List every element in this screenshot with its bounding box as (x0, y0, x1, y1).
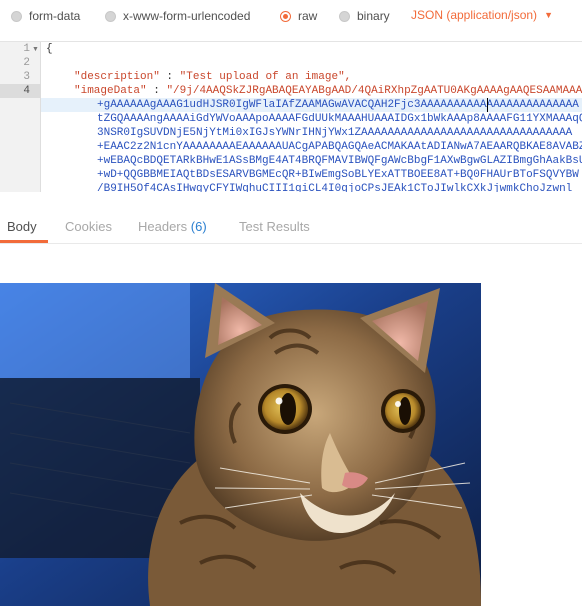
code-line-1: { (46, 42, 53, 56)
tab-headers[interactable]: Headers (6) (138, 219, 207, 234)
radio-binary[interactable]: binary (339, 8, 390, 24)
base64-wrapped-line: +wEBAQcBDQETARkBHwE1ASsBMgE4AT4BRQFMAVIB… (97, 155, 582, 167)
radio-urlencoded[interactable]: x-www-form-urlencoded (105, 8, 250, 24)
fold-arrow-icon[interactable]: ▼ (32, 46, 39, 53)
chevron-down-icon: ▼ (544, 10, 553, 20)
response-image (0, 283, 481, 606)
line-number: 4 (23, 85, 30, 97)
base64-wrapped-line: +EAAC2z2N1cnYAAAAAAAAEAAAAAAUACgAPABQAGQ… (97, 141, 582, 153)
json-key-imagedata: "imageData" (74, 85, 147, 97)
radio-raw[interactable]: raw (280, 8, 317, 24)
tab-headers-label: Headers (138, 219, 188, 234)
base64-wrapped-line: +wD+QQGBBMEIAQtBDsESARVBGMEcQR+BIwEmgSoB… (97, 169, 579, 181)
body-type-selector: form-data x-www-form-urlencoded raw bina… (0, 0, 582, 32)
base64-wrapped-line: +gAAAAAAgAAAG1udHJSR0IgWFlaIAfZAAMAGwAVA… (97, 99, 579, 111)
json-key-description: "description" (74, 71, 160, 83)
radio-raw-label: raw (298, 9, 318, 23)
response-tabs: Body Cookies Headers (6) Test Results (0, 206, 582, 244)
tab-body[interactable]: Body (7, 219, 37, 234)
tab-cookies[interactable]: Cookies (65, 219, 112, 234)
content-type-label: JSON (application/json) (411, 8, 538, 22)
radio-unselected-icon (105, 10, 116, 22)
radio-form-data[interactable]: form-data (11, 8, 80, 24)
radio-unselected-icon (11, 10, 22, 22)
line-number: 1 (23, 43, 30, 55)
headers-count-badge: (6) (190, 219, 207, 234)
json-value-imagedata: "/9j/4AAQSkZJRgABAQEAYABgAAD/4QAiRXhpZgA… (166, 85, 582, 97)
code-brace: { (46, 43, 53, 55)
active-tab-indicator (0, 240, 48, 243)
tab-test-results[interactable]: Test Results (239, 219, 310, 234)
base64-wrapped-line: tZGQAAAAngAAAAiGdYWVoAAApoAAAAFGdUUkMAAA… (97, 113, 582, 125)
base64-wrapped-line: 3NSR0IgSUVDNjE5NjYtMi0xIGJsYWNrIHNjYWx1Z… (97, 127, 573, 139)
base64-wrapped-line: /B9IH5Of4CAsIHwgyCFYIWghuCIII1giCL4I0gjo… (97, 183, 573, 192)
json-separator: : (159, 71, 180, 83)
radio-binary-label: binary (357, 9, 390, 23)
cat-photo (0, 283, 481, 606)
text-cursor (487, 98, 488, 112)
radio-urlencoded-label: x-www-form-urlencoded (123, 9, 251, 23)
radio-form-data-label: form-data (29, 9, 81, 23)
radio-selected-icon (280, 10, 291, 22)
line-number: 3 (23, 71, 30, 83)
json-separator: : (146, 85, 167, 97)
code-line-3: "description" : "Test upload of an image… (74, 70, 351, 84)
line-number: 2 (23, 57, 30, 69)
code-editor[interactable]: 1 ▼ 2 3 4 { "description" : "Test upload… (0, 41, 582, 192)
radio-unselected-icon (339, 10, 350, 22)
content-type-dropdown[interactable]: JSON (application/json) ▼ (411, 8, 553, 22)
json-value-description: "Test upload of an image", (179, 71, 352, 83)
code-line-4: "imageData" : "/9j/4AAQSkZJRgABAQEAYABgA… (74, 84, 582, 98)
